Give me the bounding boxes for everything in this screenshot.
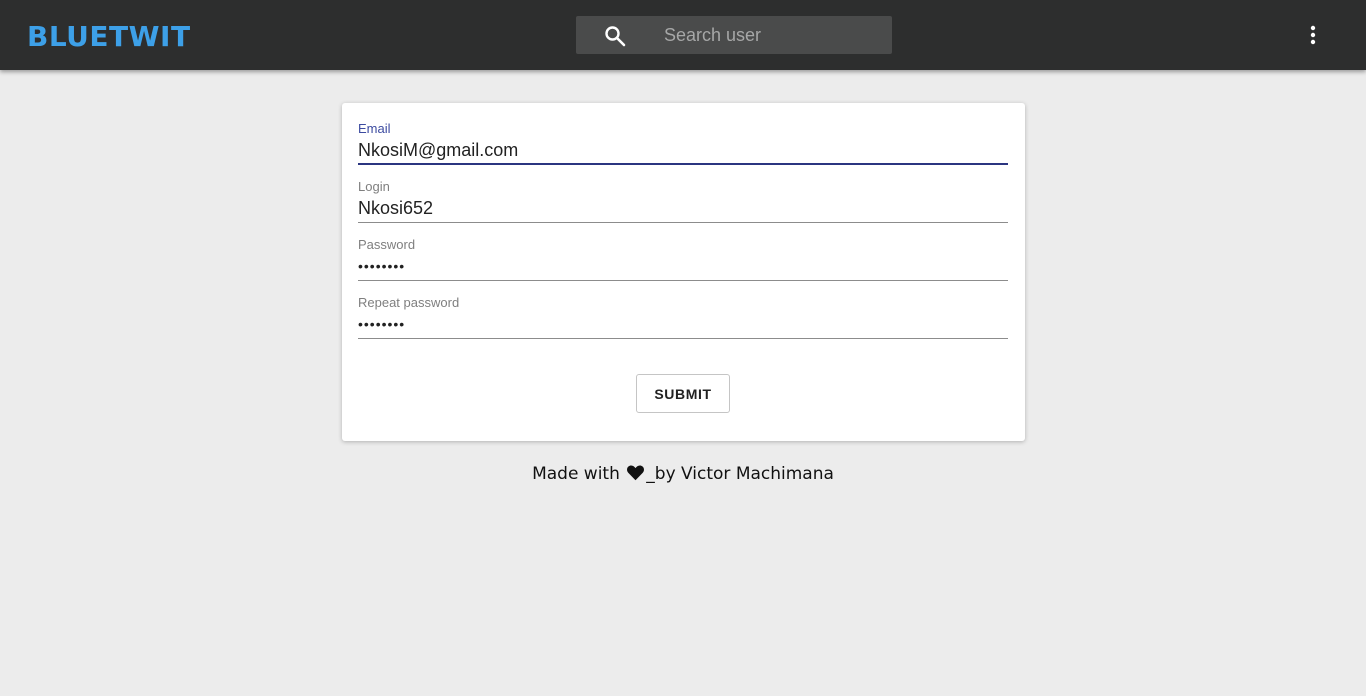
- submit-button[interactable]: SUBMIT: [636, 374, 730, 413]
- repeat-password-input[interactable]: [358, 309, 1008, 339]
- email-field: Email: [358, 121, 1008, 177]
- footer-credit: Made with _by Victor Machimana: [0, 464, 1366, 484]
- login-field: Login: [358, 179, 1008, 235]
- heart-icon: [627, 465, 645, 481]
- password-field: Password: [358, 237, 1008, 293]
- password-input[interactable]: [358, 251, 1008, 281]
- email-input[interactable]: [358, 135, 1008, 165]
- repeat-password-underline: [358, 338, 1008, 339]
- email-underline: [358, 163, 1008, 165]
- repeat-password-label: Repeat password: [358, 295, 460, 310]
- login-underline: [358, 222, 1008, 223]
- footer-text-before: Made with: [532, 464, 620, 484]
- search-icon[interactable]: [603, 24, 627, 48]
- app-bar: BLUETWIT: [0, 0, 1366, 70]
- footer-text-after: _by Victor Machimana: [646, 464, 834, 484]
- search-input[interactable]: [664, 16, 884, 54]
- repeat-password-field: Repeat password: [358, 295, 1008, 351]
- login-label: Login: [358, 179, 390, 194]
- password-underline: [358, 280, 1008, 281]
- password-label: Password: [358, 237, 416, 252]
- signup-form-card: Email Login Password Repeat password SUB…: [342, 103, 1025, 441]
- more-vert-icon[interactable]: [1301, 23, 1325, 47]
- email-label: Email: [358, 121, 391, 136]
- search-box[interactable]: [576, 16, 892, 54]
- login-input[interactable]: [358, 193, 1008, 223]
- brand-logo[interactable]: BLUETWIT: [27, 19, 191, 55]
